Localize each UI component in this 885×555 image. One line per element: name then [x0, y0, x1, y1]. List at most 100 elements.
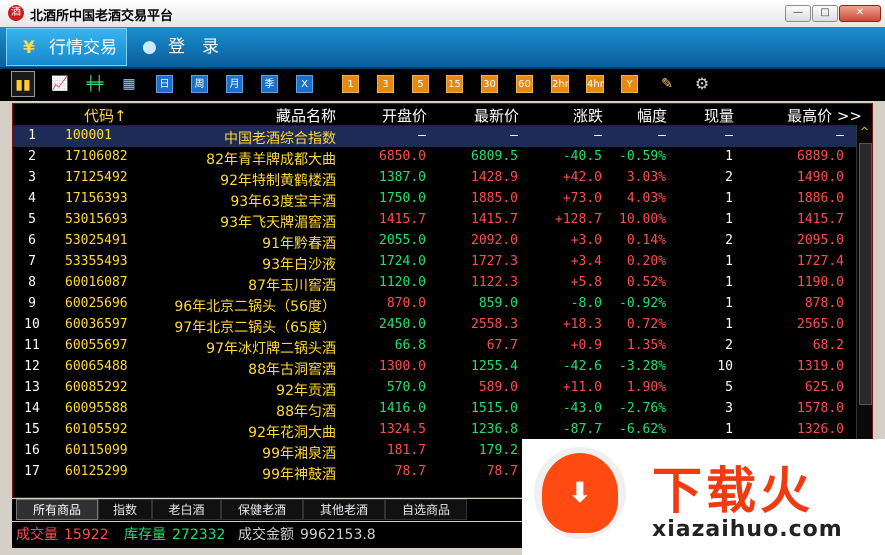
- table-row[interactable]: 9 60025696 96年北京二锅头（56度） 870.0 859.0 -8.0 -0.9…: [13, 294, 856, 315]
- table-row[interactable]: 4 17156393 93年63度宝丰酒 1750.0 1885.0 +73.0 4.03%…: [13, 189, 856, 210]
- row-last: 1415.7: [471, 212, 518, 227]
- tab-baijiu[interactable]: 老白酒: [152, 499, 221, 520]
- col-header-change[interactable]: 涨跌: [573, 105, 603, 126]
- row-qty: 2: [725, 338, 733, 353]
- row-code: 60065488: [65, 359, 128, 374]
- row-percent: 0.72%: [626, 317, 666, 332]
- row-percent: —: [658, 128, 666, 143]
- row-index: 11: [24, 338, 40, 353]
- row-last: —: [510, 128, 518, 143]
- scroll-thumb[interactable]: [859, 143, 872, 405]
- interval-4hr-button[interactable]: 4hr: [586, 75, 604, 93]
- period-month-button[interactable]: 月: [226, 75, 243, 93]
- table-row[interactable]: 5 53015693 93年飞天牌湄窖酒 1415.7 1415.7 +128.7 10.0…: [13, 210, 856, 231]
- pen-edit-icon[interactable]: ✎: [658, 75, 676, 93]
- row-percent: 0.52%: [626, 275, 666, 290]
- interval-60-button[interactable]: 60: [516, 75, 533, 93]
- row-index: 4: [28, 191, 36, 206]
- line-chart-icon[interactable]: 📈: [48, 71, 72, 97]
- row-change: —: [594, 128, 602, 143]
- row-percent: -2.76%: [619, 401, 666, 416]
- row-code: 17106082: [65, 149, 128, 164]
- row-qty: 2: [725, 170, 733, 185]
- row-high: 2095.0: [797, 233, 844, 248]
- row-name: 87年玉川窖酒: [248, 278, 336, 294]
- table-row[interactable]: 10 60036597 97年北京二锅头（65度） 2450.0 2558.3 +18.3…: [13, 315, 856, 336]
- interval-5-button[interactable]: 5: [412, 75, 429, 93]
- row-high: 1578.0: [797, 401, 844, 416]
- row-qty: 2: [725, 233, 733, 248]
- row-last: 1515.0: [471, 401, 518, 416]
- close-button[interactable]: ✕: [839, 5, 881, 22]
- row-change: +18.3: [562, 317, 602, 332]
- tab-other-liquor[interactable]: 其他老酒: [303, 499, 385, 520]
- nav-tab-market[interactable]: ¥ 行情交易: [6, 28, 127, 66]
- row-open: 66.8: [394, 338, 426, 353]
- table-row[interactable]: 7 53355493 93年白沙液 1724.0 1727.3 +3.4 0.20% 1 172…: [13, 252, 856, 273]
- period-day-button[interactable]: 日: [156, 75, 173, 93]
- tab-watchlist[interactable]: 自选商品: [385, 499, 467, 520]
- table-row[interactable]: 6 53025491 91年黔春酒 2055.0 2092.0 +3.0 0.14% 2 209…: [13, 231, 856, 252]
- row-qty: 1: [725, 212, 733, 227]
- row-high: 1415.7: [797, 212, 844, 227]
- row-last: 1727.3: [471, 254, 518, 269]
- col-header-last[interactable]: 最新价: [474, 105, 519, 126]
- interval-year-button[interactable]: Y: [621, 75, 638, 93]
- col-header-high[interactable]: 最高价 >>: [787, 105, 862, 126]
- row-qty: 1: [725, 254, 733, 269]
- period-quarter-button[interactable]: 季: [261, 75, 278, 93]
- minimize-button[interactable]: —: [785, 5, 811, 22]
- tab-index[interactable]: 指数: [98, 499, 152, 520]
- app-logo-icon: 酒: [8, 5, 24, 21]
- row-percent: -3.28%: [619, 359, 666, 374]
- table-row[interactable]: 14 60095588 88年匀酒 1416.0 1515.0 -43.0 -2.76% 3 1…: [13, 399, 856, 420]
- row-name: 97年冰灯牌二锅头酒: [206, 341, 336, 357]
- maximize-button[interactable]: □: [812, 5, 838, 22]
- interval-30-button[interactable]: 30: [481, 75, 498, 93]
- row-open: 78.7: [394, 464, 426, 479]
- row-high: —: [836, 128, 844, 143]
- table-row[interactable]: 11 60055697 97年冰灯牌二锅头酒 66.8 67.7 +0.9 1.35% 2 68…: [13, 336, 856, 357]
- row-change: +3.4: [570, 254, 602, 269]
- amount-value: 9962153.8: [300, 527, 376, 543]
- interval-2hr-button[interactable]: 2hr: [551, 75, 569, 93]
- table-row[interactable]: 3 17125492 92年特制黄鹤楼酒 1387.0 1428.9 +42.0 3.03%…: [13, 168, 856, 189]
- row-open: 6850.0: [379, 149, 426, 164]
- col-header-open[interactable]: 开盘价: [382, 105, 427, 126]
- row-index: 8: [28, 275, 36, 290]
- interval-15-button[interactable]: 15: [446, 75, 463, 93]
- table-row[interactable]: 12 60065488 88年古洞窖酒 1300.0 1255.4 -42.6 -3.28%…: [13, 357, 856, 378]
- nav-tab-login[interactable]: ● 登 录: [140, 28, 240, 66]
- col-header-code[interactable]: 代码↑: [84, 105, 127, 126]
- col-header-percent[interactable]: 幅度: [637, 105, 667, 126]
- row-last: 1255.4: [471, 359, 518, 374]
- row-name: 88年古洞窖酒: [248, 362, 336, 378]
- candlestick-icon[interactable]: ╪╪: [83, 71, 107, 97]
- row-percent: 10.00%: [619, 212, 666, 227]
- table-row[interactable]: 2 17106082 82年青羊牌成都大曲 6850.0 6809.5 -40.5 -0.5…: [13, 147, 856, 168]
- nav-tab-market-label: 行情交易: [49, 38, 117, 58]
- row-last: 1885.0: [471, 191, 518, 206]
- interval-1-button[interactable]: 1: [342, 75, 359, 93]
- table-row[interactable]: 15 60105592 92年花洞大曲 1324.5 1236.8 -87.7 -6.62%…: [13, 420, 856, 441]
- row-high: 1190.0: [797, 275, 844, 290]
- bar-chart-icon[interactable]: ▮▮: [11, 71, 35, 97]
- table-row[interactable]: 1 100001 中国老酒综合指数 — — — — — —: [13, 126, 856, 147]
- table-row[interactable]: 13 60085292 92年贡酒 570.0 589.0 +11.0 1.90% 5 625.…: [13, 378, 856, 399]
- scroll-up-icon[interactable]: ^: [857, 125, 872, 139]
- tab-all-items[interactable]: 所有商品: [16, 499, 98, 520]
- interval-3-button[interactable]: 3: [377, 75, 394, 93]
- row-name: 99年湘泉酒: [262, 446, 336, 462]
- table-row[interactable]: 8 60016087 87年玉川窖酒 1120.0 1122.3 +5.8 0.52% 1 11…: [13, 273, 856, 294]
- row-qty: 1: [725, 275, 733, 290]
- tab-health-liquor[interactable]: 保健老酒: [221, 499, 303, 520]
- settings-gear-icon[interactable]: ⚙: [693, 75, 711, 93]
- col-header-name[interactable]: 藏品名称: [276, 105, 336, 126]
- row-open: 1416.0: [379, 401, 426, 416]
- watermark-url: xiazaihuo.com: [652, 517, 843, 542]
- row-change: +5.8: [570, 275, 602, 290]
- col-header-qty[interactable]: 现量: [704, 105, 734, 126]
- calendar-icon[interactable]: ▦: [117, 71, 141, 97]
- period-custom-button[interactable]: X: [296, 75, 313, 93]
- period-week-button[interactable]: 周: [191, 75, 208, 93]
